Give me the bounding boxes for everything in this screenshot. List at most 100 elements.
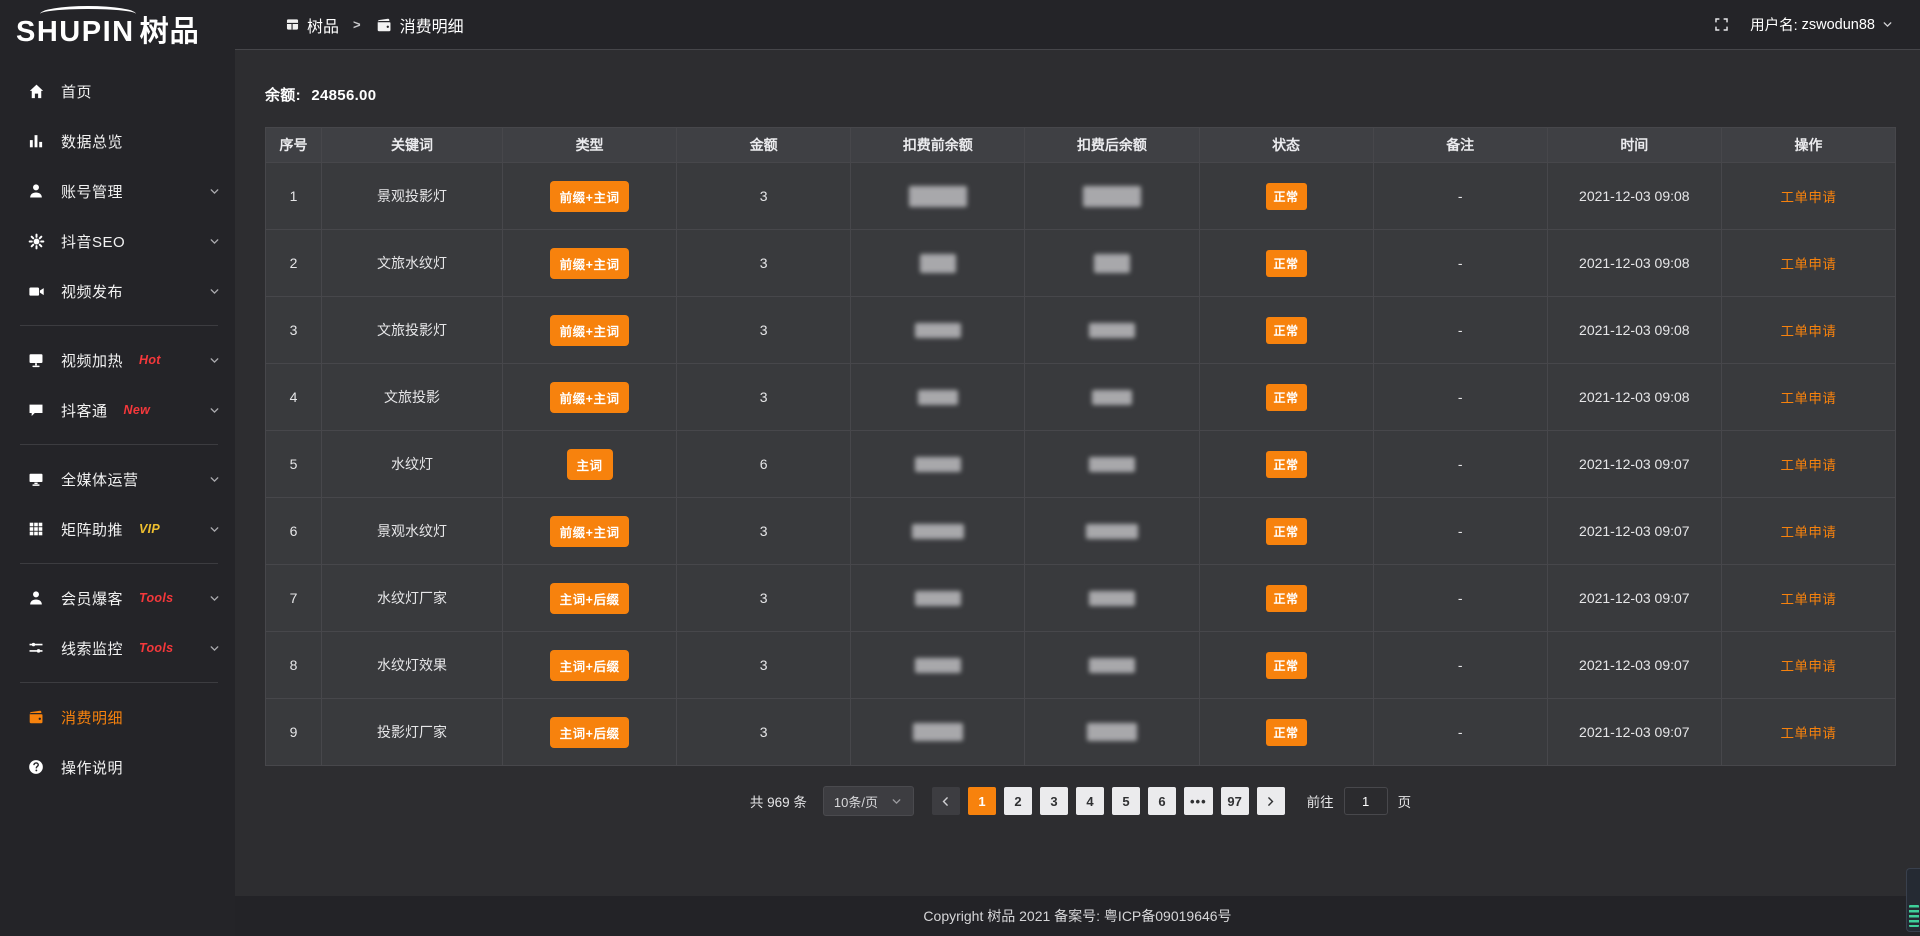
- cell-balance-after: [1025, 230, 1199, 297]
- type-badge: 前缀+主词: [550, 382, 630, 413]
- sidebar-item-clue-monitor[interactable]: 线索监控Tools: [0, 623, 235, 673]
- balance-value: 24856.00: [311, 87, 376, 104]
- cell-index: 8: [266, 632, 322, 699]
- sidebar-item-operation-guide[interactable]: 操作说明: [0, 742, 235, 792]
- user-dropdown[interactable]: 用户名: zswodun88: [1750, 14, 1894, 35]
- masked-balance-after: [1094, 254, 1130, 273]
- screen-icon: [26, 350, 46, 370]
- cell-index: 1: [266, 163, 322, 230]
- next-page-button[interactable]: [1257, 787, 1285, 815]
- page-button-1[interactable]: 1: [968, 787, 996, 815]
- sidebar-item-data-overview[interactable]: 数据总览: [0, 116, 235, 166]
- cell-action: 工单申请: [1721, 431, 1895, 498]
- sidebar-item-member-burst[interactable]: 会员爆客Tools: [0, 573, 235, 623]
- sidebar-item-badge: VIP: [139, 522, 160, 536]
- column-header: 扣费后余额: [1025, 128, 1199, 163]
- user-icon: [26, 181, 46, 201]
- breadcrumb-item-current[interactable]: 消费明细: [375, 13, 464, 37]
- sidebar-item-matrix-boost[interactable]: 矩阵助推VIP: [0, 504, 235, 554]
- video-icon: [26, 281, 46, 301]
- breadcrumb: 树品 > 消费明细: [285, 13, 464, 37]
- cell-balance-after: [1025, 498, 1199, 565]
- sidebar-divider: [20, 563, 218, 564]
- sidebar-item-badge: Tools: [139, 591, 173, 605]
- sliders-icon: [26, 638, 46, 658]
- sidebar-divider: [20, 325, 218, 326]
- ticket-apply-link[interactable]: 工单申请: [1780, 525, 1836, 540]
- page-button-4[interactable]: 4: [1076, 787, 1104, 815]
- page-button-2[interactable]: 2: [1004, 787, 1032, 815]
- ticket-apply-link[interactable]: 工单申请: [1780, 190, 1836, 205]
- ticket-apply-link[interactable]: 工单申请: [1780, 458, 1836, 473]
- sidebar-item-label: 首页: [61, 81, 92, 102]
- sidebar-item-media-operation[interactable]: 全媒体运营: [0, 454, 235, 504]
- column-header: 时间: [1547, 128, 1721, 163]
- cell-action: 工单申请: [1721, 498, 1895, 565]
- sidebar-item-home[interactable]: 首页: [0, 66, 235, 116]
- column-header: 序号: [266, 128, 322, 163]
- page-button-3[interactable]: 3: [1040, 787, 1068, 815]
- sidebar-item-label: 视频发布: [61, 281, 123, 302]
- cell-balance-before: [851, 230, 1025, 297]
- ticket-apply-link[interactable]: 工单申请: [1780, 324, 1836, 339]
- cell-time: 2021-12-03 09:08: [1547, 230, 1721, 297]
- table-row: 1景观投影灯前缀+主词3正常-2021-12-03 09:08工单申请: [266, 163, 1896, 230]
- cell-status: 正常: [1199, 699, 1373, 766]
- table-row: 8水纹灯效果主词+后缀3正常-2021-12-03 09:07工单申请: [266, 632, 1896, 699]
- sidebar-item-consume-detail[interactable]: 消费明细: [0, 692, 235, 742]
- sidebar-item-douyin-seo[interactable]: 抖音SEO: [0, 216, 235, 266]
- status-badge: 正常: [1266, 451, 1307, 478]
- masked-balance-after: [1087, 723, 1137, 741]
- sidebar-item-account-manage[interactable]: 账号管理: [0, 166, 235, 216]
- fullscreen-icon[interactable]: [1713, 16, 1730, 33]
- sidebar-item-douketong[interactable]: 抖客通New: [0, 385, 235, 435]
- chevron-down-icon: [208, 592, 221, 605]
- top-bar: 树品 > 消费明细 用户名: zswodun88: [235, 0, 1920, 50]
- masked-balance-after: [1089, 457, 1135, 472]
- sidebar-item-video-heat[interactable]: 视频加热Hot: [0, 335, 235, 385]
- page-button-5[interactable]: 5: [1112, 787, 1140, 815]
- cell-status: 正常: [1199, 364, 1373, 431]
- page-button-97[interactable]: 97: [1221, 787, 1249, 815]
- sidebar-item-label: 数据总览: [61, 131, 123, 152]
- ticket-apply-link[interactable]: 工单申请: [1780, 592, 1836, 607]
- page-button-6[interactable]: 6: [1148, 787, 1176, 815]
- cell-balance-after: [1025, 699, 1199, 766]
- masked-balance-before: [920, 254, 956, 273]
- cell-balance-before: [851, 699, 1025, 766]
- sidebar-item-video-publish[interactable]: 视频发布: [0, 266, 235, 316]
- cell-balance-before: [851, 565, 1025, 632]
- cell-index: 2: [266, 230, 322, 297]
- ticket-apply-link[interactable]: 工单申请: [1780, 257, 1836, 272]
- chevron-down-icon: [208, 473, 221, 486]
- prev-page-button[interactable]: [932, 787, 960, 815]
- breadcrumb-item-home[interactable]: 树品: [285, 13, 339, 37]
- dashboard-icon: [285, 17, 300, 32]
- cell-action: 工单申请: [1721, 632, 1895, 699]
- table-row: 3文旅投影灯前缀+主词3正常-2021-12-03 09:08工单申请: [266, 297, 1896, 364]
- goto-page-input[interactable]: [1344, 787, 1388, 815]
- ellipsis-page-button[interactable]: •••: [1184, 787, 1213, 815]
- page-size-select[interactable]: 10条/页: [823, 786, 914, 816]
- cell-status: 正常: [1199, 632, 1373, 699]
- cell-balance-after: [1025, 163, 1199, 230]
- breadcrumb-label: 树品: [307, 13, 339, 37]
- masked-balance-before: [913, 723, 963, 741]
- masked-balance-before: [912, 524, 964, 539]
- cell-keyword: 水纹灯效果: [322, 632, 503, 699]
- sidebar-item-badge: Tools: [139, 641, 173, 655]
- table-head: 序号关键词类型金额扣费前余额扣费后余额状态备注时间操作: [266, 128, 1896, 163]
- cell-status: 正常: [1199, 565, 1373, 632]
- cell-amount: 3: [677, 699, 851, 766]
- ticket-apply-link[interactable]: 工单申请: [1780, 391, 1836, 406]
- sidebar-item-label: 抖客通: [61, 400, 108, 421]
- cell-time: 2021-12-03 09:07: [1547, 498, 1721, 565]
- balance-label: 余额:: [265, 87, 301, 104]
- main-column: 树品 > 消费明细 用户名: zswodun88 余额: 24856.00 序号…: [235, 0, 1920, 936]
- floating-widget[interactable]: [1906, 868, 1920, 932]
- masked-balance-before: [915, 457, 961, 472]
- breadcrumb-label: 消费明细: [400, 13, 464, 37]
- ticket-apply-link[interactable]: 工单申请: [1780, 659, 1836, 674]
- ticket-apply-link[interactable]: 工单申请: [1780, 726, 1836, 741]
- cell-status: 正常: [1199, 297, 1373, 364]
